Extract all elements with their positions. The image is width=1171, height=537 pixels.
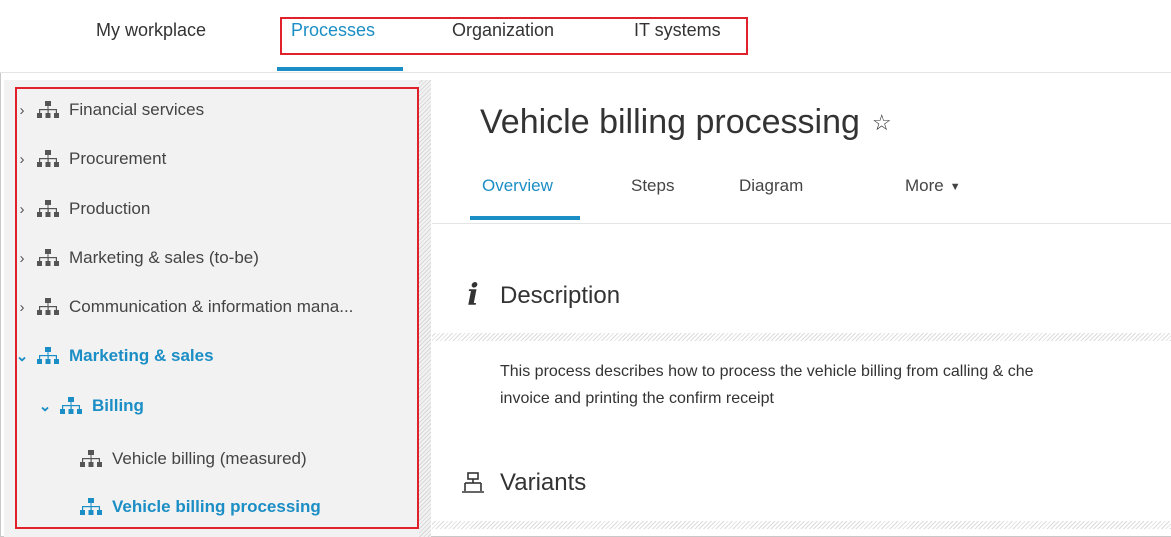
variants-icon xyxy=(458,471,488,495)
tab-steps[interactable]: Steps xyxy=(631,176,674,196)
star-outline-icon[interactable]: ☆ xyxy=(872,110,892,136)
hierarchy-icon xyxy=(37,200,59,217)
tree-item-billing[interactable]: ⌄ Billing xyxy=(38,391,144,421)
info-icon: i xyxy=(467,278,479,313)
page-title: Vehicle billing processing ☆ xyxy=(480,103,892,142)
hierarchy-icon xyxy=(37,249,59,266)
tree-item-vehicle-billing-measured[interactable]: Vehicle billing (measured) xyxy=(80,444,307,474)
tab-processes[interactable]: Processes xyxy=(291,20,375,41)
tab-more[interactable]: More ▼ xyxy=(905,176,961,196)
tree-item-label: Vehicle billing processing xyxy=(112,497,321,516)
chevron-right-icon[interactable]: › xyxy=(15,102,29,119)
chevron-right-icon[interactable]: › xyxy=(15,250,29,267)
chevron-right-icon[interactable]: › xyxy=(15,299,29,316)
tree-item-marketing-sales-to-be[interactable]: › Marketing & sales (to-be) xyxy=(15,243,259,273)
active-content-tab-indicator xyxy=(470,216,580,220)
description-heading-text: Description xyxy=(500,281,621,309)
active-tab-indicator xyxy=(277,67,403,71)
content-tabs: Overview Steps Diagram More ▼ xyxy=(432,170,1171,224)
tree-item-label: Vehicle billing (measured) xyxy=(112,449,307,468)
tree-item-communication[interactable]: › Communication & information mana... xyxy=(15,292,354,322)
caret-down-icon: ▼ xyxy=(949,180,961,193)
tab-diagram[interactable]: Diagram xyxy=(739,176,803,196)
tree-item-financial-services[interactable]: › Financial services xyxy=(15,95,205,125)
tree-item-label: Communication & information mana... xyxy=(69,297,354,316)
tree-item-procurement[interactable]: › Procurement xyxy=(15,144,167,174)
chevron-right-icon[interactable]: › xyxy=(15,151,29,168)
main-content: Vehicle billing processing ☆ Overview St… xyxy=(432,74,1171,537)
chevron-down-icon[interactable]: ⌄ xyxy=(38,397,52,415)
tree-item-label: Billing xyxy=(92,396,144,415)
tab-overview[interactable]: Overview xyxy=(482,176,553,196)
hierarchy-icon xyxy=(37,101,59,118)
tree-item-label: Marketing & sales xyxy=(69,346,214,365)
tree-item-label: Marketing & sales (to-be) xyxy=(69,248,259,267)
tree-item-marketing-sales[interactable]: ⌄ Marketing & sales xyxy=(15,341,214,371)
variants-heading-text: Variants xyxy=(500,469,587,496)
tree-item-production[interactable]: › Production xyxy=(15,194,151,224)
hierarchy-icon xyxy=(80,498,102,515)
hierarchy-icon xyxy=(80,450,102,467)
section-separator xyxy=(432,333,1171,341)
tree-item-label: Procurement xyxy=(69,149,167,168)
tab-my-workplace[interactable]: My workplace xyxy=(96,20,206,41)
top-navigation: My workplace Processes Organization IT s… xyxy=(0,0,1171,73)
description-line-1: This process describes how to process th… xyxy=(500,363,1034,380)
page-title-text: Vehicle billing processing xyxy=(480,103,860,141)
sidebar-resize-handle[interactable] xyxy=(419,80,431,537)
tree-item-label: Production xyxy=(69,199,151,218)
chevron-down-icon[interactable]: ⌄ xyxy=(15,347,29,365)
description-heading: i Description xyxy=(458,278,620,313)
hierarchy-icon xyxy=(37,347,59,364)
hierarchy-icon xyxy=(37,298,59,315)
tab-more-label: More xyxy=(905,176,944,195)
description-line-2: invoice and printing the confirm receipt xyxy=(500,390,774,407)
tree-item-vehicle-billing-processing[interactable]: Vehicle billing processing xyxy=(80,492,321,522)
section-separator xyxy=(432,521,1171,529)
hierarchy-icon xyxy=(37,150,59,167)
tree-item-label: Financial services xyxy=(69,100,205,119)
tab-organization[interactable]: Organization xyxy=(452,20,554,41)
description-text: This process describes how to process th… xyxy=(500,358,1171,412)
tab-it-systems[interactable]: IT systems xyxy=(634,20,721,41)
hierarchy-icon xyxy=(60,397,82,414)
chevron-right-icon[interactable]: › xyxy=(15,201,29,218)
variants-heading: Variants xyxy=(458,469,586,497)
